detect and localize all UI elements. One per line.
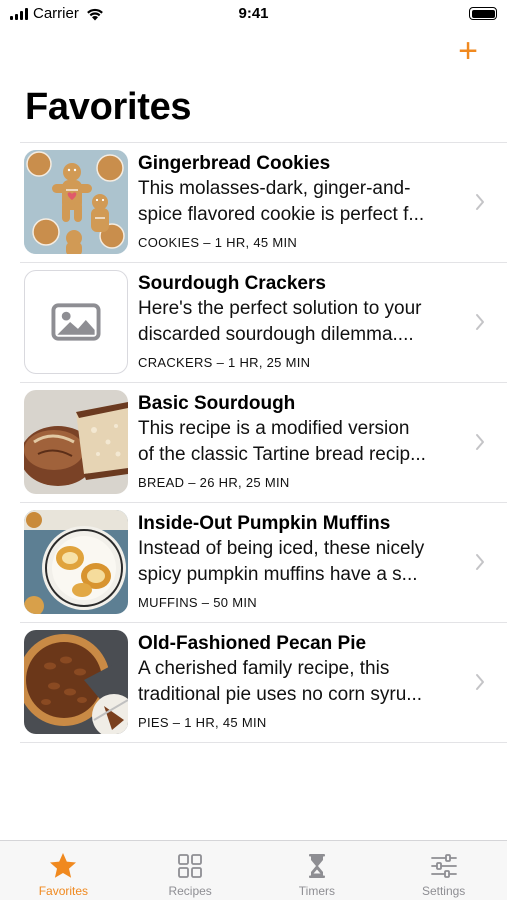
recipe-text: Basic Sourdough This recipe is a modifie… [138, 393, 468, 490]
recipe-text: Old-Fashioned Pecan Pie A cherished fami… [138, 633, 468, 730]
recipe-meta: MUFFINS – 50 MIN [138, 595, 468, 610]
recipe-category: PIES [138, 715, 169, 730]
recipe-description: A cherished family recipe, this traditio… [138, 656, 468, 708]
recipe-time: 50 MIN [213, 595, 257, 610]
meta-separator: – [188, 475, 196, 490]
tab-label: Settings [421, 884, 466, 898]
recipe-row-gingerbread-cookies[interactable]: Gingerbread Cookies This molasses-dark, … [20, 143, 507, 263]
recipe-description-line: This recipe is a modified version [138, 418, 410, 439]
gingerbread-cookies-photo [24, 150, 128, 254]
recipe-title: Sourdough Crackers [138, 273, 326, 294]
recipe-meta: CRACKERS – 1 HR, 25 MIN [138, 355, 468, 370]
recipe-description-line: This molasses-dark, ginger-and- [138, 178, 411, 199]
recipe-title: Gingerbread Cookies [138, 153, 331, 174]
tab-timers[interactable]: Timers [254, 841, 381, 900]
recipe-title: Old-Fashioned Pecan Pie [138, 633, 367, 654]
page-title: Favorites [25, 86, 192, 128]
recipe-time: 1 HR, 45 MIN [214, 235, 298, 250]
recipe-meta: BREAD – 26 HR, 25 MIN [138, 475, 468, 490]
recipe-row-sourdough-crackers[interactable]: Sourdough Crackers Here's the perfect so… [20, 263, 507, 383]
recipe-description: This molasses-dark, ginger-and- spice fl… [138, 176, 468, 228]
tab-settings[interactable]: Settings [380, 841, 507, 900]
status-bar: Carrier 9:41 [0, 0, 507, 28]
tab-bar: Favorites Recipes Timers Settings [0, 840, 507, 900]
recipe-time: 26 HR, 25 MIN [199, 475, 290, 490]
recipe-description-line: discarded sourdough dilemma.... [138, 324, 414, 345]
recipe-description: Here's the perfect solution to your disc… [138, 296, 468, 348]
recipe-time: 1 HR, 25 MIN [228, 355, 311, 370]
meta-separator: – [172, 715, 181, 730]
grid-icon [178, 854, 203, 878]
battery-icon [469, 7, 497, 20]
recipe-description-line: traditional pie uses no corn syru... [138, 684, 423, 705]
recipe-row-pumpkin-muffins[interactable]: Inside-Out Pumpkin Muffins Instead of be… [20, 503, 507, 623]
chevron-right-icon [476, 194, 484, 210]
add-recipe-button[interactable]: + [453, 34, 483, 68]
recipe-time: 1 HR, 45 MIN [184, 715, 267, 730]
recipe-category: MUFFINS [138, 595, 198, 610]
tab-recipes[interactable]: Recipes [127, 841, 254, 900]
chevron-right-icon [476, 554, 484, 570]
recipe-row-basic-sourdough[interactable]: Basic Sourdough This recipe is a modifie… [20, 383, 507, 503]
chevron-right-icon [476, 674, 484, 690]
meta-separator: – [216, 355, 225, 370]
recipe-meta: PIES – 1 HR, 45 MIN [138, 715, 468, 730]
wifi-icon [86, 8, 103, 20]
tab-label: Recipes [168, 884, 212, 898]
recipe-meta: COOKIES – 1 HR, 45 MIN [138, 235, 468, 250]
recipe-category: BREAD [138, 475, 185, 490]
pumpkin-muffins-photo [24, 510, 128, 614]
pecan-pie-photo [24, 630, 128, 734]
tab-label: Favorites [38, 884, 89, 898]
meta-separator: – [201, 595, 210, 610]
recipe-list: Gingerbread Cookies This molasses-dark, … [20, 142, 507, 743]
hourglass-icon [308, 854, 325, 878]
recipe-title: Inside-Out Pumpkin Muffins [138, 513, 391, 534]
recipe-text: Gingerbread Cookies This molasses-dark, … [138, 153, 468, 250]
recipe-description: Instead of being iced, these nicely spic… [138, 536, 468, 588]
recipe-description-line: Here's the perfect solution to your [138, 298, 422, 319]
recipe-description-line: A cherished family recipe, this [138, 658, 390, 679]
tab-label: Timers [298, 884, 335, 898]
meta-separator: – [203, 235, 211, 250]
app-screen: Carrier 9:41 + Favorites Gingerbread Coo… [0, 0, 507, 900]
recipe-text: Sourdough Crackers Here's the perfect so… [138, 273, 468, 370]
signal-icon [10, 7, 28, 20]
sliders-icon [430, 854, 457, 878]
sourdough-bread-photo [24, 390, 128, 494]
recipe-text: Inside-Out Pumpkin Muffins Instead of be… [138, 513, 468, 610]
chevron-right-icon [476, 434, 484, 450]
status-left: Carrier [10, 5, 105, 22]
recipe-title: Basic Sourdough [138, 393, 296, 414]
recipe-description-line: Instead of being iced, these nicely [138, 538, 425, 559]
chevron-right-icon [476, 314, 484, 330]
recipe-description: This recipe is a modified version of the… [138, 416, 468, 468]
carrier-label: Carrier [33, 5, 79, 22]
recipe-description-line: of the classic Tartine bread recip... [138, 444, 426, 465]
recipe-row-pecan-pie[interactable]: Old-Fashioned Pecan Pie A cherished fami… [20, 623, 507, 743]
star-icon [50, 853, 77, 878]
recipe-description-line: spicy pumpkin muffins have a s... [138, 564, 418, 585]
recipe-category: COOKIES [138, 235, 200, 250]
recipe-category: CRACKERS [138, 355, 213, 370]
recipe-description-line: spice flavored cookie is perfect f... [138, 204, 425, 225]
photo-placeholder-icon [24, 270, 128, 374]
tab-favorites[interactable]: Favorites [0, 841, 127, 900]
